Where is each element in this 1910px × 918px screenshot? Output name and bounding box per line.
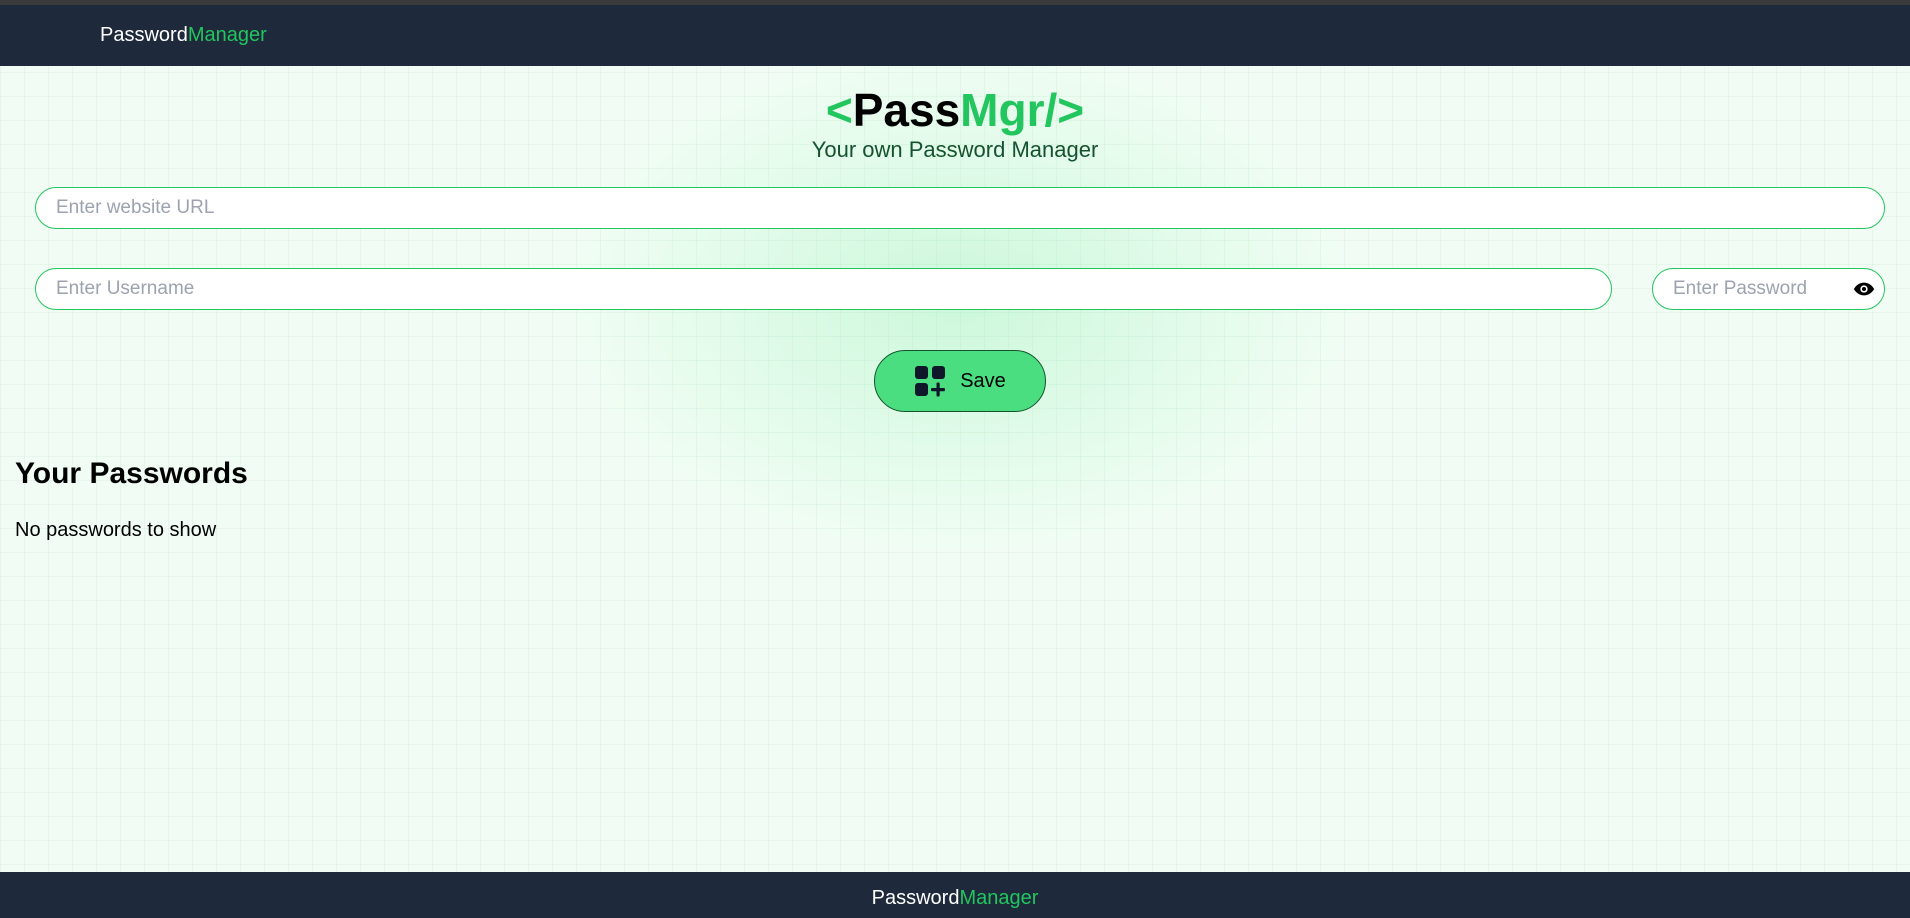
username-input[interactable] xyxy=(35,268,1612,310)
brand-text-manager: Manager xyxy=(187,24,267,46)
save-button[interactable]: Save xyxy=(874,350,1046,412)
footer-brand-manager: Manager xyxy=(959,886,1039,909)
password-input[interactable] xyxy=(1652,268,1885,310)
save-button-label: Save xyxy=(960,369,1006,392)
navbar: PasswordManager xyxy=(0,5,1910,66)
footer-brand: PasswordManager xyxy=(872,887,1039,910)
eye-icon[interactable] xyxy=(1852,279,1876,299)
logo-mgr: Mgr/> xyxy=(960,84,1085,136)
brand-text-password: Password xyxy=(100,24,188,46)
logo-pass: Pass xyxy=(852,84,961,136)
app-tagline: Your own Password Manager xyxy=(811,137,1099,162)
empty-passwords-message: No passwords to show xyxy=(15,519,217,541)
app-logo: <PassMgr/> xyxy=(0,84,1910,136)
navbar-brand[interactable]: PasswordManager xyxy=(100,24,267,47)
footer-brand-password: Password xyxy=(871,886,960,909)
grid-add-icon xyxy=(915,366,946,397)
website-url-input[interactable] xyxy=(35,187,1885,229)
your-passwords-heading: Your Passwords xyxy=(15,457,248,490)
footer: PasswordManager xyxy=(0,872,1910,918)
logo-open-bracket: < xyxy=(825,84,853,136)
